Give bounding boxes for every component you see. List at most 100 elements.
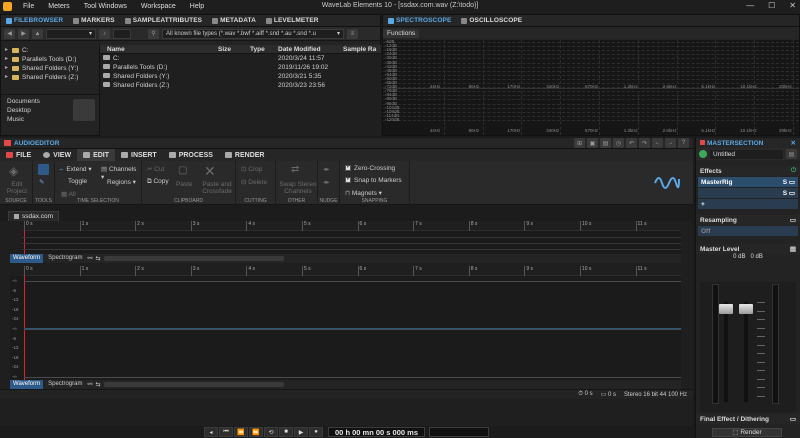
render-icon[interactable]: ▤: [600, 138, 611, 148]
save-icon[interactable]: ▣: [587, 138, 598, 148]
file-row[interactable]: Parallels Tools (D:) 2019/11/26 19:02: [100, 63, 381, 72]
zero-crossing-checkbox[interactable]: Zero-Crossing: [345, 163, 395, 172]
overview-scrollbar[interactable]: [103, 256, 284, 261]
main-waveform[interactable]: -∞ -6 -12 -18 -24 -∞ -6 -12 -18 -24 -∞: [10, 276, 681, 380]
delete-button[interactable]: ⊟ Delete: [241, 178, 267, 186]
tree-item-z[interactable]: ▸ Shared Folders (Z:): [5, 73, 95, 82]
tab-spectrogram[interactable]: Spectrogram: [43, 380, 87, 389]
toggle-button[interactable]: Toggle: [68, 178, 87, 185]
col-samplerate[interactable]: Sample Ra: [343, 46, 376, 53]
rewind-icon[interactable]: ⏪: [234, 427, 249, 437]
tab-metadata[interactable]: METADATA: [207, 15, 261, 27]
filter-icon[interactable]: ⚲: [148, 28, 159, 39]
render-button[interactable]: ⬚ Render: [712, 428, 782, 437]
effects-power-icon[interactable]: ⏻: [791, 167, 796, 175]
edit-project-button[interactable]: Edit Project: [2, 181, 32, 195]
link-icon[interactable]: ⚯: [87, 381, 92, 388]
undo-icon[interactable]: ↶: [626, 138, 637, 148]
swap-channels-button[interactable]: Swap Stereo Channels: [278, 181, 318, 195]
level-right[interactable]: 0 dB: [751, 254, 763, 264]
tree-item-c[interactable]: ▸ C:: [5, 46, 95, 55]
select-all-button[interactable]: ▦ All: [61, 190, 76, 198]
tab-waveform[interactable]: Waveform: [10, 380, 44, 389]
add-effect-button[interactable]: +: [698, 199, 798, 209]
place-desktop[interactable]: Desktop: [7, 106, 67, 115]
file-row[interactable]: Shared Folders (Y:) 2020/3/21 5:35: [100, 72, 381, 81]
menu-tool-windows[interactable]: Tool Windows: [77, 3, 134, 10]
functions-menu[interactable]: Functions: [383, 28, 420, 38]
places-scroll-icon[interactable]: [73, 99, 95, 121]
main-scrollbar[interactable]: [103, 382, 284, 387]
place-music[interactable]: Music: [7, 115, 67, 124]
selection-start[interactable]: ⏱ 0 s: [578, 391, 592, 398]
nav-forward-icon[interactable]: →: [665, 138, 676, 148]
tab-file[interactable]: FILE: [0, 149, 37, 161]
effect-slot-1[interactable]: MasterRig S ▭: [698, 177, 798, 187]
selection-length[interactable]: ▭ 0 s: [601, 391, 616, 398]
tab-process[interactable]: PROCESS: [163, 149, 219, 161]
preset-field[interactable]: Untitled: [710, 149, 783, 159]
tab-levelmeter[interactable]: LEVELMETER: [261, 15, 324, 27]
tab-sampleattributes[interactable]: SAMPLEATTRIBUTES: [120, 15, 207, 27]
file-tab[interactable]: ssdax.com: [8, 211, 60, 221]
cycle-icon[interactable]: ⟲: [264, 427, 279, 437]
time-ruler[interactable]: 0 s 1 s 2 s 3 s 4 s 5 s 6 s 7 s 8 s 9 s 10 s 11 s: [22, 221, 681, 231]
link-icon[interactable]: ⚯: [87, 255, 92, 262]
nudge-left-icon[interactable]: ◂▸: [323, 165, 330, 173]
tab-spectroscope[interactable]: SPECTROSCOPE: [383, 15, 456, 27]
tab-edit[interactable]: EDIT: [77, 149, 116, 161]
file-type-filter[interactable]: All known file types (*.wav *.bwf *.aiff…: [162, 28, 344, 39]
col-type[interactable]: Type: [250, 46, 278, 53]
tab-filebrowser[interactable]: FILEBROWSER: [1, 15, 68, 27]
cut-button[interactable]: ✂ Cut: [147, 165, 164, 173]
tab-render[interactable]: RENDER: [219, 149, 271, 161]
path-dropdown[interactable]: ▾: [46, 28, 96, 39]
resampling-slot[interactable]: Off: [698, 226, 798, 236]
audio-format[interactable]: Stereo 16 bit 44 100 Hz: [624, 392, 687, 398]
tree-item-d[interactable]: ▸ Parallels Tools (D:): [5, 55, 95, 64]
stop-icon[interactable]: ■: [279, 427, 294, 437]
tab-insert[interactable]: INSERT: [115, 149, 163, 161]
tab-oscilloscope[interactable]: OSCILLOSCOPE: [456, 15, 527, 27]
menu-icon[interactable]: ≡: [347, 28, 358, 39]
tab-spectrogram-overview[interactable]: Spectrogram: [43, 254, 87, 263]
level-left[interactable]: 0 dB: [733, 254, 745, 264]
tree-item-y[interactable]: ▸ Shared Folders (Y:): [5, 64, 95, 73]
crop-button[interactable]: ⊡ Crop: [241, 165, 262, 173]
place-documents[interactable]: Documents: [7, 97, 67, 106]
paste-crossfade-button[interactable]: Paste and Crossfade: [198, 181, 236, 195]
time-display[interactable]: 00 h 00 mn 00 s 000 ms: [328, 427, 425, 437]
file-row[interactable]: Shared Folders (Z:) 2020/3/23 23:56: [100, 81, 381, 90]
maximize-icon[interactable]: ☐: [768, 1, 775, 10]
sync-icon[interactable]: ⇆: [96, 255, 101, 262]
menu-workspace[interactable]: Workspace: [134, 3, 183, 10]
master-level-menu-icon[interactable]: ▤: [790, 245, 796, 253]
col-size[interactable]: Size: [218, 46, 250, 53]
col-date[interactable]: Date Modified: [278, 46, 343, 53]
nudge-right-icon[interactable]: ◂▸: [323, 178, 330, 186]
loop-icon[interactable]: ◂: [204, 427, 219, 437]
solo-icon[interactable]: S ▭: [783, 178, 795, 186]
marker-display[interactable]: [428, 427, 489, 437]
overview-waveform[interactable]: [22, 231, 681, 254]
paste-button[interactable]: Paste: [176, 181, 193, 188]
tab-markers[interactable]: MARKERS: [68, 15, 120, 27]
menu-help[interactable]: Help: [183, 3, 211, 10]
main-time-ruler[interactable]: 0 s 1 s 2 s 3 s 4 s 5 s 6 s 7 s 8 s 9 s 10 s 11 s: [22, 266, 681, 276]
snap-markers-checkbox[interactable]: Snap to Markers: [345, 175, 402, 184]
volume-slider[interactable]: [113, 28, 131, 39]
play-icon[interactable]: ▶: [294, 427, 309, 437]
close-icon[interactable]: ✕: [789, 1, 796, 10]
regions-button[interactable]: Regions ▾: [107, 178, 136, 186]
power-icon[interactable]: [699, 150, 707, 158]
col-name[interactable]: Name: [100, 46, 218, 53]
pencil-tool-icon[interactable]: ✎: [39, 178, 44, 186]
magnets-button[interactable]: ⊓ Magnets ▾: [345, 189, 382, 197]
copy-button[interactable]: ⧉ Copy: [147, 178, 169, 186]
file-row[interactable]: C: 2020/3/24 11:57: [100, 54, 381, 63]
help-icon[interactable]: ?: [678, 138, 689, 148]
history-icon[interactable]: ◷: [613, 138, 624, 148]
solo-icon[interactable]: S ▭: [783, 189, 795, 197]
effect-slot-2[interactable]: S ▭: [698, 188, 798, 198]
go-start-icon[interactable]: ⏮: [219, 427, 234, 437]
